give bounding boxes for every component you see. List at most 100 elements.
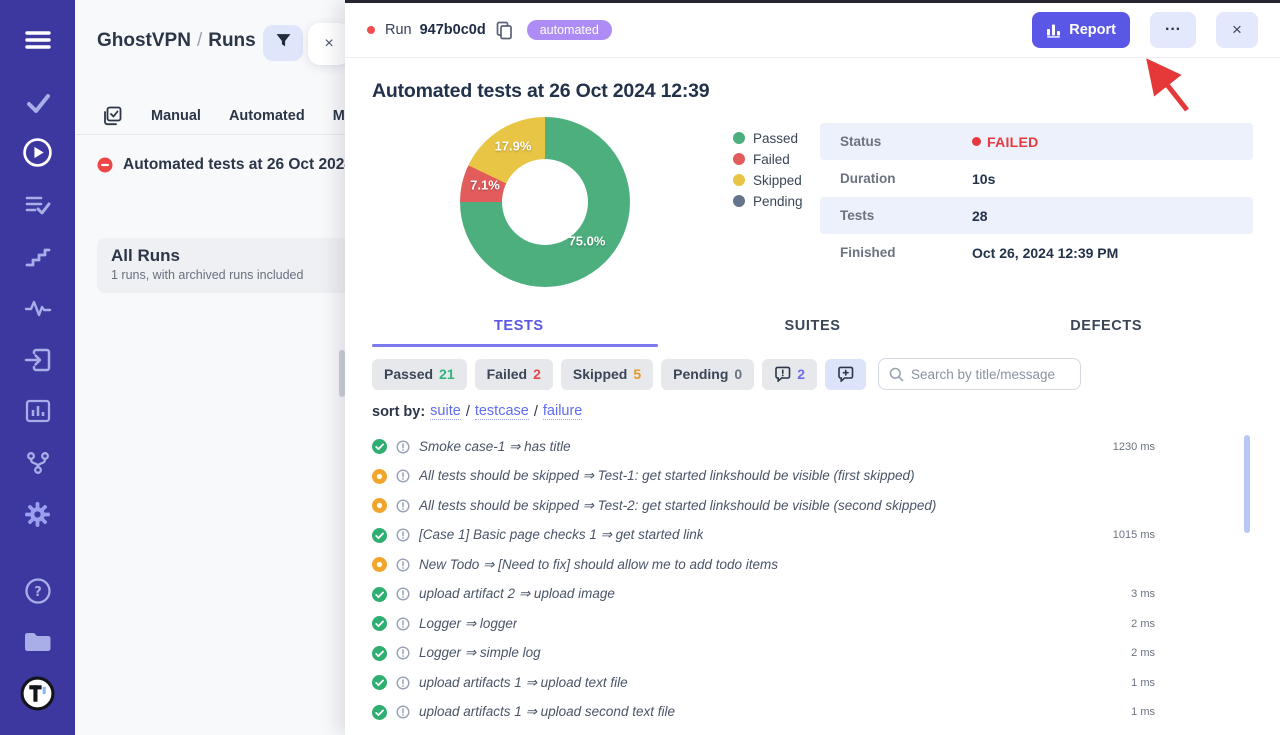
- runs-type-tabs: Manual Automated M: [75, 98, 355, 135]
- filter-button[interactable]: [263, 25, 303, 61]
- legend-item-skipped[interactable]: Skipped: [733, 173, 803, 187]
- legend-label: Failed: [753, 152, 790, 167]
- analytics-icon[interactable]: [0, 399, 75, 423]
- search-input[interactable]: [911, 367, 1070, 382]
- test-row[interactable]: All tests should be skipped ⇒ Test-2: ge…: [372, 491, 1253, 521]
- comments-filter-chip[interactable]: 2: [762, 359, 817, 390]
- app-sidebar: ?: [0, 0, 75, 735]
- sort-link-failure[interactable]: failure: [543, 403, 583, 420]
- close-filter-panel-button[interactable]: ×: [308, 23, 350, 65]
- summary-section: 75.0% 7.1% 17.9% Passed Failed Skipped P…: [372, 117, 1253, 292]
- legend-label: Pending: [753, 194, 803, 209]
- play-circle-icon[interactable]: [0, 137, 75, 168]
- pending-dot: [733, 195, 745, 207]
- test-row[interactable]: New Todo ⇒ [Need to fix] should allow me…: [372, 550, 1253, 580]
- tab-automated[interactable]: Automated: [229, 108, 305, 124]
- filter-chip-pending[interactable]: Pending 0: [661, 359, 754, 390]
- passed-dot: [733, 132, 745, 144]
- test-row[interactable]: [Case 1] Basic page checks 1 ⇒ get start…: [372, 521, 1253, 551]
- exclamation-circle-icon: [396, 646, 410, 660]
- close-run-button[interactable]: ×: [1216, 12, 1258, 48]
- test-duration: 1 ms: [1090, 706, 1155, 718]
- projects-folder-icon[interactable]: [0, 630, 75, 654]
- stat-row-duration: Duration 10s: [820, 160, 1253, 197]
- run-list-item[interactable]: Automated tests at 26 Oct 2024 12:39: [75, 156, 355, 174]
- all-runs-card[interactable]: All Runs 1 runs, with archived runs incl…: [97, 238, 355, 293]
- menu-icon[interactable]: [0, 28, 75, 52]
- test-row[interactable]: upload artifact 2 ⇒ upload image3 ms: [372, 580, 1253, 610]
- copy-icon[interactable]: [496, 21, 513, 40]
- breadcrumb: GhostVPN/Runs: [97, 30, 256, 52]
- test-list: Smoke case-1 ⇒ has title1230 ms All test…: [372, 432, 1253, 727]
- test-list-scrollbar[interactable]: [1244, 435, 1250, 533]
- add-comment-chip[interactable]: [825, 359, 866, 390]
- help-icon[interactable]: ?: [0, 577, 75, 605]
- passed-status-icon: [372, 587, 387, 602]
- run-item-title: Automated tests at 26 Oct 2024 12:39: [123, 156, 355, 174]
- test-title: upload artifacts 1 ⇒ upload second text …: [419, 704, 675, 720]
- page-title: Automated tests at 26 Oct 2024 12:39: [372, 80, 1253, 103]
- tab-suites[interactable]: SUITES: [666, 318, 960, 347]
- settings-gear-icon[interactable]: [0, 500, 75, 529]
- funnel-icon: [275, 32, 292, 54]
- test-row[interactable]: All tests should be skipped ⇒ Test-1: ge…: [372, 462, 1253, 492]
- legend-item-passed[interactable]: Passed: [733, 131, 803, 145]
- chart-legend: Passed Failed Skipped Pending: [733, 131, 803, 208]
- filter-chip-skipped[interactable]: Skipped 5: [561, 359, 653, 390]
- chip-label: Skipped: [573, 366, 627, 382]
- chip-count: 5: [633, 366, 641, 382]
- test-row[interactable]: upload artifacts 1 ⇒ upload second text …: [372, 698, 1253, 728]
- skipped-status-icon: [372, 557, 387, 572]
- comment-plus-icon: [837, 366, 854, 382]
- sort-link-suite[interactable]: suite: [430, 403, 461, 420]
- exclamation-circle-icon: [396, 676, 410, 690]
- chip-count: 2: [797, 366, 805, 382]
- test-duration: 2 ms: [1090, 618, 1155, 630]
- chip-count: 0: [734, 366, 742, 382]
- chart-label-passed: 75.0%: [569, 234, 606, 249]
- tab-manual[interactable]: Manual: [151, 108, 201, 124]
- sort-separator: /: [534, 404, 538, 420]
- test-row[interactable]: Smoke case-1 ⇒ has title1230 ms: [372, 432, 1253, 462]
- failed-dot: [733, 153, 745, 165]
- test-duration: 1230 ms: [1090, 441, 1155, 453]
- report-button[interactable]: Report: [1032, 12, 1130, 48]
- tab-defects[interactable]: DEFECTS: [959, 318, 1253, 347]
- run-label: Run: [385, 22, 412, 38]
- filter-chip-passed[interactable]: Passed21: [372, 359, 467, 390]
- branches-icon[interactable]: [0, 450, 75, 476]
- test-row[interactable]: Logger ⇒ simple log2 ms: [372, 639, 1253, 669]
- chip-label: Pending: [673, 366, 728, 382]
- test-row[interactable]: upload artifacts 1 ⇒ upload text file1 m…: [372, 668, 1253, 698]
- more-actions-button[interactable]: ···: [1150, 12, 1196, 48]
- steps-icon[interactable]: [0, 245, 75, 269]
- test-duration: 1 ms: [1090, 677, 1155, 689]
- activity-pulse-icon[interactable]: [0, 297, 75, 319]
- legend-item-failed[interactable]: Failed: [733, 152, 803, 166]
- tab-tests[interactable]: TESTS: [372, 318, 666, 347]
- stat-value: 28: [972, 208, 988, 224]
- test-duration: 2 ms: [1090, 647, 1155, 659]
- breadcrumb-project[interactable]: GhostVPN: [97, 30, 191, 51]
- checkmark-icon[interactable]: [0, 90, 75, 116]
- tab-mixed[interactable]: M: [333, 108, 345, 124]
- legend-label: Passed: [753, 131, 798, 146]
- legend-item-pending[interactable]: Pending: [733, 194, 803, 208]
- run-detail-panel: Run 947b0c0d automated Report ··· × Auto…: [345, 0, 1280, 735]
- filter-chip-failed[interactable]: Failed2: [475, 359, 553, 390]
- sort-separator: /: [466, 404, 470, 420]
- stat-label: Status: [820, 134, 972, 149]
- passed-status-icon: [372, 528, 387, 543]
- search-icon: [889, 367, 904, 382]
- app-logo[interactable]: [0, 675, 75, 712]
- comment-exclamation-icon: [774, 366, 791, 382]
- passed-status-icon: [372, 616, 387, 631]
- chip-label: Passed: [384, 366, 433, 382]
- exclamation-circle-icon: [396, 705, 410, 719]
- failed-run-dot: [367, 26, 375, 34]
- test-row[interactable]: Logger ⇒ logger2 ms: [372, 609, 1253, 639]
- select-all-icon[interactable]: [101, 105, 123, 127]
- sort-link-testcase[interactable]: testcase: [475, 403, 529, 420]
- list-check-icon[interactable]: [0, 193, 75, 217]
- import-run-icon[interactable]: [0, 347, 75, 373]
